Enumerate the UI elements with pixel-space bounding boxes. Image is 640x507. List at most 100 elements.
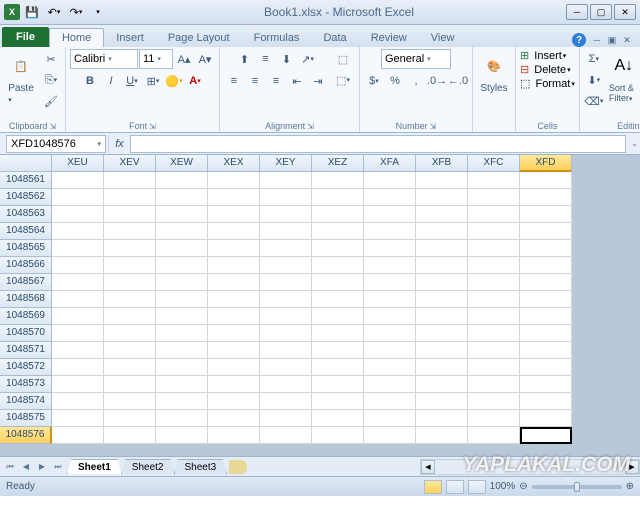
cell[interactable]	[364, 325, 416, 342]
cell[interactable]	[312, 410, 364, 427]
cell[interactable]	[364, 223, 416, 240]
cut-button[interactable]: ✂	[41, 49, 61, 69]
cell[interactable]	[468, 359, 520, 376]
cell[interactable]	[156, 308, 208, 325]
cell[interactable]	[52, 172, 104, 189]
wrap-text-button[interactable]: ⬚	[331, 49, 355, 69]
row-header[interactable]: 1048576	[0, 427, 52, 444]
tab-data[interactable]: Data	[311, 29, 358, 47]
column-header[interactable]: XFC	[468, 155, 520, 172]
tab-review[interactable]: Review	[359, 29, 419, 47]
cell[interactable]	[156, 427, 208, 444]
workbook-restore[interactable]: ▣	[605, 34, 619, 46]
underline-button[interactable]: U▾	[122, 71, 142, 91]
cell[interactable]	[312, 223, 364, 240]
cell[interactable]	[468, 257, 520, 274]
row-header[interactable]: 1048561	[0, 172, 52, 189]
cell[interactable]	[52, 393, 104, 410]
cell[interactable]	[520, 291, 572, 308]
cell[interactable]	[416, 410, 468, 427]
cell[interactable]	[468, 376, 520, 393]
cell[interactable]	[156, 206, 208, 223]
cell[interactable]	[260, 172, 312, 189]
italic-button[interactable]: I	[101, 71, 121, 91]
cell[interactable]	[52, 206, 104, 223]
cell[interactable]	[52, 359, 104, 376]
name-box[interactable]: XFD1048576▾	[6, 135, 106, 153]
cell[interactable]	[52, 291, 104, 308]
row-header[interactable]: 1048568	[0, 291, 52, 308]
cell[interactable]	[260, 189, 312, 206]
cell[interactable]	[208, 359, 260, 376]
increase-font-button[interactable]: A▴	[174, 49, 194, 69]
cell[interactable]	[416, 427, 468, 444]
prev-sheet-button[interactable]: ◀	[18, 459, 34, 475]
cell[interactable]	[520, 223, 572, 240]
cell[interactable]	[468, 393, 520, 410]
cell[interactable]	[468, 240, 520, 257]
cell[interactable]	[208, 257, 260, 274]
cell[interactable]	[208, 342, 260, 359]
cell[interactable]	[156, 189, 208, 206]
cell[interactable]	[468, 223, 520, 240]
styles-button[interactable]: 🎨 Styles	[477, 49, 511, 130]
cell[interactable]	[364, 189, 416, 206]
copy-button[interactable]: ⎘▾	[41, 70, 61, 90]
cell[interactable]	[52, 274, 104, 291]
fx-button[interactable]: fx	[108, 135, 130, 153]
cell[interactable]	[312, 206, 364, 223]
percent-button[interactable]: %	[385, 71, 405, 91]
cell[interactable]	[52, 427, 104, 444]
cell[interactable]	[416, 359, 468, 376]
cell[interactable]	[208, 393, 260, 410]
cell[interactable]	[416, 257, 468, 274]
cell[interactable]	[416, 393, 468, 410]
cell[interactable]	[364, 172, 416, 189]
sheet-tab-2[interactable]: Sheet2	[121, 459, 175, 475]
scroll-left-button[interactable]: ◀	[421, 460, 435, 474]
row-header[interactable]: 1048565	[0, 240, 52, 257]
cell[interactable]	[52, 223, 104, 240]
insert-cells-button[interactable]: ⊞ Insert▾	[520, 49, 566, 62]
zoom-out-button[interactable]: ⊖	[519, 481, 527, 492]
cell[interactable]	[52, 342, 104, 359]
cell[interactable]	[260, 359, 312, 376]
row-header[interactable]: 1048572	[0, 359, 52, 376]
cell[interactable]	[104, 240, 156, 257]
cell[interactable]	[104, 410, 156, 427]
cell[interactable]	[520, 240, 572, 257]
zoom-slider[interactable]	[532, 485, 622, 489]
cell[interactable]	[312, 342, 364, 359]
cell[interactable]	[416, 189, 468, 206]
column-header[interactable]: XFB	[416, 155, 468, 172]
cell[interactable]	[156, 223, 208, 240]
last-sheet-button[interactable]: ⏭	[50, 459, 66, 475]
column-header[interactable]: XFD	[520, 155, 572, 172]
cell[interactable]	[208, 240, 260, 257]
format-painter-button[interactable]: 🖌	[41, 91, 61, 111]
cell[interactable]	[520, 206, 572, 223]
increase-decimal-button[interactable]: .0→	[427, 71, 447, 91]
cell[interactable]	[312, 376, 364, 393]
tab-view[interactable]: View	[419, 29, 467, 47]
fill-color-button[interactable]: 🟡▾	[164, 71, 184, 91]
cell[interactable]	[104, 342, 156, 359]
cell[interactable]	[468, 274, 520, 291]
zoom-thumb[interactable]	[574, 482, 580, 492]
cell[interactable]	[104, 376, 156, 393]
minimize-button[interactable]: ─	[566, 4, 588, 20]
zoom-in-button[interactable]: ⊕	[626, 481, 634, 492]
cell[interactable]	[312, 308, 364, 325]
cell[interactable]	[520, 257, 572, 274]
cell[interactable]	[364, 376, 416, 393]
workbook-close[interactable]: ✕	[620, 34, 634, 46]
cell[interactable]	[52, 376, 104, 393]
align-top-button[interactable]: ⬆	[235, 49, 255, 69]
next-sheet-button[interactable]: ▶	[34, 459, 50, 475]
cell[interactable]	[260, 427, 312, 444]
delete-cells-button[interactable]: ⊟ Delete▾	[520, 63, 571, 76]
cell[interactable]	[208, 376, 260, 393]
cell[interactable]	[156, 291, 208, 308]
help-icon[interactable]: ?	[572, 33, 586, 47]
cell[interactable]	[52, 308, 104, 325]
